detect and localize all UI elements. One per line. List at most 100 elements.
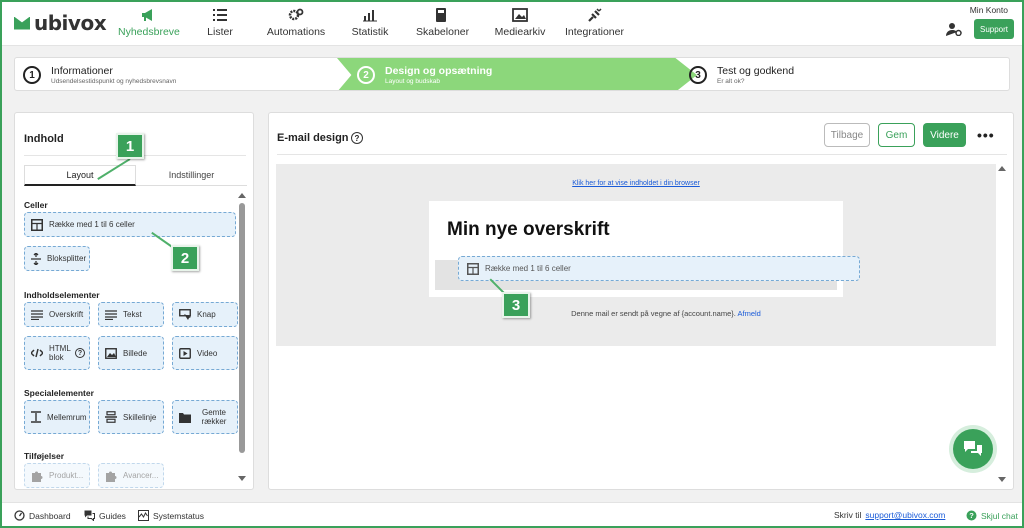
step-title: Test og godkend [717, 65, 795, 77]
nav-item-integrationer[interactable]: Integrationer [565, 8, 624, 38]
tile-label: Gemte rækker [201, 408, 227, 426]
panel-title: E-mail design [277, 132, 349, 144]
tile-label: Bloksplitter [47, 254, 87, 263]
save-button[interactable]: Gem [878, 123, 915, 147]
nav-item-nyhedsbreve[interactable]: Nyhedsbreve [118, 8, 180, 38]
help-icon[interactable]: ? [75, 348, 85, 358]
nav-item-statistik[interactable]: Statistik [350, 8, 390, 38]
step-informationer[interactable]: 1 Informationer Udsendelsestidspunkt og … [23, 58, 177, 90]
view-in-browser-link[interactable]: Klik her for at vise indholdet i din bro… [276, 180, 996, 187]
megaphone-icon [142, 9, 152, 21]
user-settings-icon[interactable] [946, 22, 962, 36]
scrollbar-thumb[interactable] [239, 203, 245, 453]
tile-label: Mellemrum [47, 412, 87, 422]
tile-video[interactable]: Video [172, 336, 238, 370]
systemstatus-link[interactable]: Systemstatus [138, 510, 204, 521]
headline-icon [31, 309, 43, 320]
email-footer: Denne mail er sendt på vegne af {account… [276, 309, 996, 318]
logo[interactable]: ubivox [14, 11, 107, 35]
tile-advanced[interactable]: Avancer... [98, 463, 164, 488]
callout-badge: 2 [171, 245, 199, 271]
divider-icon [105, 411, 117, 423]
nav-item-skabeloner[interactable]: Skabeloner [416, 8, 469, 38]
account-link[interactable]: Min Konto [970, 5, 1008, 15]
gears-icon [288, 8, 304, 21]
template-icon [436, 8, 446, 22]
tile-image[interactable]: Billede [98, 336, 164, 370]
tile-splitter[interactable]: Bloksplitter [24, 246, 90, 271]
link-label: Systemstatus [153, 510, 205, 521]
help-icon[interactable]: ? [351, 132, 363, 144]
tile-label: Tekst [123, 310, 142, 319]
wizard-stepper: 1 Informationer Udsendelsestidspunkt og … [14, 57, 1010, 91]
step-subtitle: Udsendelsestidspunkt og nyhedsbrevsnavn [51, 78, 177, 85]
bar-chart-icon [363, 10, 377, 22]
svg-text:?: ? [969, 511, 974, 520]
tile-button[interactable]: Knap [172, 302, 238, 327]
scroll-down-icon[interactable] [238, 476, 246, 481]
unsubscribe-link[interactable]: Afmeld [738, 309, 761, 318]
dashboard-link[interactable]: Dashboard [14, 510, 71, 521]
support-prefix: Skriv til [834, 510, 862, 520]
email-canvas: Klik her for at vise indholdet i din bro… [276, 164, 996, 346]
section-specialelementer: Specialelementer [24, 388, 94, 398]
tile-spacer[interactable]: Mellemrum [24, 400, 90, 434]
tile-row[interactable]: Række med 1 til 6 celler [24, 212, 236, 237]
chat-button[interactable] [953, 429, 993, 469]
nav-item-automations[interactable]: Automations [264, 8, 328, 38]
email-headline[interactable]: Min nye overskrift [447, 219, 610, 241]
email-design-panel: E-mail design ? Tilbage Gem Videre ••• K… [268, 112, 1014, 490]
more-options-icon[interactable]: ••• [977, 127, 995, 143]
status-monitor-icon [138, 510, 149, 521]
tile-saved-rows[interactable]: Gemte rækker [172, 400, 238, 434]
nav-item-mediearkiv[interactable]: Mediearkiv [494, 8, 546, 38]
tile-label: Avancer... [123, 471, 159, 480]
nav-label: Lister [207, 26, 233, 38]
puzzle-icon [106, 471, 117, 482]
plug-icon [588, 8, 602, 22]
tile-html[interactable]: HTML blok ? [24, 336, 90, 370]
dragged-row-element[interactable]: Række med 1 til 6 celler [458, 256, 860, 281]
scroll-up-icon[interactable] [238, 193, 246, 198]
split-arrows-icon [31, 252, 41, 265]
step-title: Design og opsætning [385, 65, 493, 77]
link-label: Dashboard [29, 510, 71, 521]
link-label: Guides [99, 510, 126, 521]
support-email-link[interactable]: support@ubivox.com [865, 510, 945, 520]
support-button[interactable]: Support [974, 19, 1014, 39]
folder-icon [179, 412, 191, 423]
next-button[interactable]: Videre [923, 123, 966, 147]
step-number: 3 [689, 66, 707, 84]
tile-label: Knap [197, 310, 216, 319]
tile-label: Billede [123, 348, 148, 358]
tile-text[interactable]: Tekst [98, 302, 164, 327]
app-window: ubivox Nyhedsbreve Lister Automations St… [0, 0, 1024, 528]
left-scrollbar[interactable] [237, 193, 247, 481]
step-design[interactable]: 2 Design og opsætning Layout og budskab [337, 58, 697, 90]
scroll-down-icon[interactable] [998, 477, 1006, 482]
step-number: 1 [23, 66, 41, 84]
dashboard-gauge-icon [14, 510, 25, 521]
tab-layout[interactable]: Layout [24, 165, 136, 186]
section-tilfoejelser: Tilføjelser [24, 451, 64, 461]
scroll-up-icon[interactable] [998, 166, 1006, 171]
right-scrollbar[interactable] [998, 164, 1006, 484]
nav-label: Nyhedsbreve [118, 26, 180, 38]
tile-product[interactable]: Produkt... [24, 463, 90, 488]
support-email-line: Skriv til support@ubivox.com [834, 510, 945, 520]
tile-headline[interactable]: Overskrift [24, 302, 90, 327]
tile-label: HTML blok [49, 344, 71, 362]
spacer-icon [31, 411, 41, 423]
nav-item-lister[interactable]: Lister [200, 8, 240, 38]
tile-divider[interactable]: Skillelinje [98, 400, 164, 434]
hide-chat-link[interactable]: ? Skjul chat [966, 510, 1018, 521]
link-label: Skjul chat [981, 510, 1018, 521]
tab-indstillinger[interactable]: Indstillinger [136, 165, 247, 186]
section-celler: Celler [24, 200, 48, 210]
step-test[interactable]: 3 Test og godkend Er alt ok? [689, 58, 795, 90]
email-body: Min nye overskrift [429, 201, 843, 297]
list-icon [213, 9, 227, 21]
back-button[interactable]: Tilbage [824, 123, 870, 147]
video-play-icon [179, 347, 191, 359]
guides-link[interactable]: Guides [84, 510, 126, 521]
